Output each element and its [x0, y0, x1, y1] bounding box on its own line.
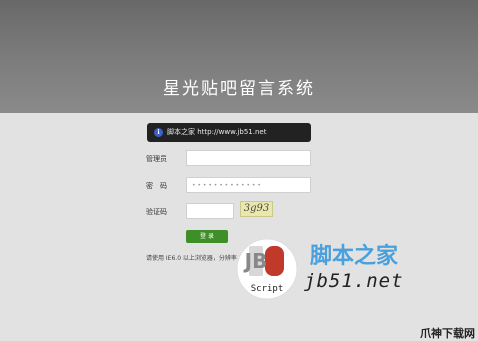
info-icon: i: [154, 128, 163, 137]
password-label: 密 码: [146, 182, 167, 190]
login-button[interactable]: 登 录: [186, 230, 228, 243]
notice-text: 脚本之家 http://www.jb51.net: [167, 128, 267, 136]
content-area: [0, 113, 478, 341]
captcha-label: 验证码: [146, 208, 167, 216]
password-field[interactable]: • • • • • • • • • • • • •: [186, 177, 311, 193]
jb51-logo: JB Script: [236, 238, 298, 300]
watermark-brand: 脚本之家: [310, 244, 399, 269]
username-field[interactable]: [186, 150, 311, 166]
header-banner: 星光贴吧留言系统: [0, 0, 478, 113]
captcha-image[interactable]: 3g93: [240, 201, 273, 217]
page-title: 星光贴吧留言系统: [163, 79, 315, 99]
watermark-url: jb51.net: [304, 270, 404, 292]
captcha-field[interactable]: [186, 203, 234, 219]
logo-letter-j: JB: [243, 249, 268, 273]
username-label: 管理员: [146, 155, 167, 163]
notice-bar: i 脚本之家 http://www.jb51.net: [147, 123, 311, 142]
logo-caption: Script: [251, 284, 284, 294]
watermark-corner: 爪神下载网: [420, 327, 475, 340]
